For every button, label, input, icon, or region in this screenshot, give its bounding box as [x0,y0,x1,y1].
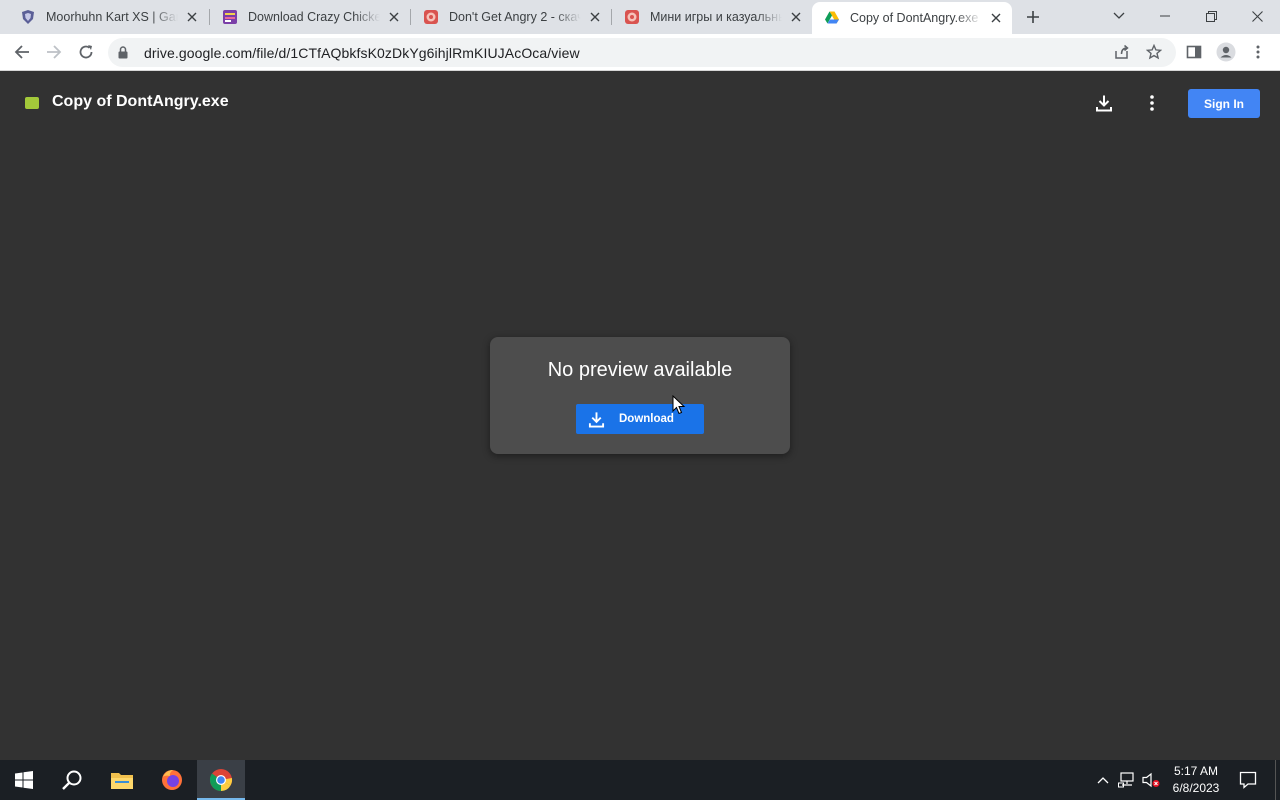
tab-moorhuhn-kart[interactable]: Moorhuhn Kart XS | Gam [8,2,208,32]
more-actions-button[interactable] [1140,91,1164,115]
back-button[interactable] [8,38,36,66]
network-status-button[interactable] [1117,770,1137,790]
share-icon [1115,44,1129,59]
mouse-cursor-icon [672,395,686,415]
clock-time: 5:17 AM [1173,764,1219,778]
tab-title: Copy of DontAngry.exe - [850,11,982,25]
restore-icon [1205,10,1217,22]
url-text: drive.google.com/file/d/1CTfAQbkfsK0zDkY… [144,44,580,61]
chevron-up-icon [1097,777,1109,784]
tab-title: Мини игры и казуальны [650,10,782,24]
tab-crazy-chicken[interactable]: Download Crazy Chicken [210,2,410,32]
close-tab-icon[interactable] [988,10,1004,26]
start-button[interactable] [0,760,48,800]
volume-button[interactable] [1141,770,1161,790]
close-tab-icon[interactable] [386,9,402,25]
new-tab-button[interactable] [1021,5,1045,29]
lock-icon [118,46,132,60]
network-icon [1118,772,1134,788]
chicken-site-icon [222,9,238,25]
taskbar-firefox[interactable] [148,760,196,800]
google-drive-icon [824,10,840,26]
taskbar-search-button[interactable] [48,760,96,800]
sign-in-button[interactable]: Sign In [1188,89,1260,118]
taskbar-chrome[interactable] [197,760,245,800]
tab-title: Moorhuhn Kart XS | Gam [46,10,178,24]
shield-game-icon [20,9,36,25]
viewer-header: Copy of DontAngry.exe Sign In [0,71,1280,135]
tab-title: Don't Get Angry 2 - скача [449,10,581,24]
tab-google-drive-file[interactable]: Copy of DontAngry.exe - [812,2,1012,34]
search-icon [62,770,82,790]
start-icon [15,771,33,789]
tab-title: Download Crazy Chicken [248,10,380,24]
arrow-right-icon [47,45,62,59]
tab-dont-get-angry[interactable]: Don't Get Angry 2 - скача [411,2,611,32]
notification-icon [1239,771,1257,789]
side-panel-button[interactable] [1180,38,1208,66]
volume-muted-icon [1142,772,1160,788]
browser-menu-button[interactable] [1244,38,1272,66]
file-title: Copy of DontAngry.exe [52,93,229,110]
close-tab-icon[interactable] [184,9,200,25]
minimize-icon [1160,15,1170,17]
file-type-icon [25,97,39,109]
windows-taskbar: 5:17 AM 6/8/2023 [0,760,1280,800]
firefox-icon [162,770,182,790]
profile-button[interactable] [1212,38,1240,66]
plus-icon [1027,11,1039,23]
close-tab-icon[interactable] [788,9,804,25]
close-window-button[interactable] [1234,0,1280,32]
share-button[interactable] [1108,38,1136,66]
tab-mini-games[interactable]: Мини игры и казуальны [612,2,812,32]
close-tab-icon[interactable] [587,9,603,25]
taskbar-file-explorer[interactable] [98,760,146,800]
address-bar[interactable]: drive.google.com/file/d/1CTfAQbkfsK0zDkY… [108,38,1176,67]
action-center-button[interactable] [1236,768,1260,792]
no-preview-card: No preview available Download [490,337,790,454]
side-panel-icon [1186,45,1202,59]
reload-icon [79,45,93,59]
download-icon [1096,95,1112,112]
restore-button[interactable] [1188,0,1234,32]
minimize-button[interactable] [1142,0,1188,32]
browser-tab-strip: Moorhuhn Kart XS | Gam Download Crazy Ch… [0,0,1280,34]
download-icon [587,410,605,428]
arrow-left-icon [14,45,29,59]
bookmark-button[interactable] [1140,38,1168,66]
file-explorer-icon [111,773,133,789]
game-site-icon [423,9,439,25]
reload-button[interactable] [72,38,100,66]
show-desktop-button[interactable] [1275,760,1276,800]
taskbar-clock[interactable]: 5:17 AM 6/8/2023 [1162,763,1230,797]
more-vertical-icon [1150,95,1154,111]
header-download-button[interactable] [1092,91,1116,115]
no-preview-message: No preview available [547,359,733,381]
clock-date: 6/8/2023 [1172,781,1220,795]
tray-overflow-button[interactable] [1093,770,1113,790]
browser-toolbar: drive.google.com/file/d/1CTfAQbkfsK0zDkY… [0,34,1280,71]
more-vertical-icon [1256,45,1260,59]
chrome-icon [209,769,233,791]
tab-search-button[interactable] [1096,0,1142,32]
avatar-icon [1216,42,1236,62]
download-label: Download [619,413,674,425]
game-site-icon [624,9,640,25]
forward-button[interactable] [40,38,68,66]
chevron-down-icon [1113,12,1125,19]
close-icon [1251,10,1263,22]
star-icon [1146,44,1162,60]
